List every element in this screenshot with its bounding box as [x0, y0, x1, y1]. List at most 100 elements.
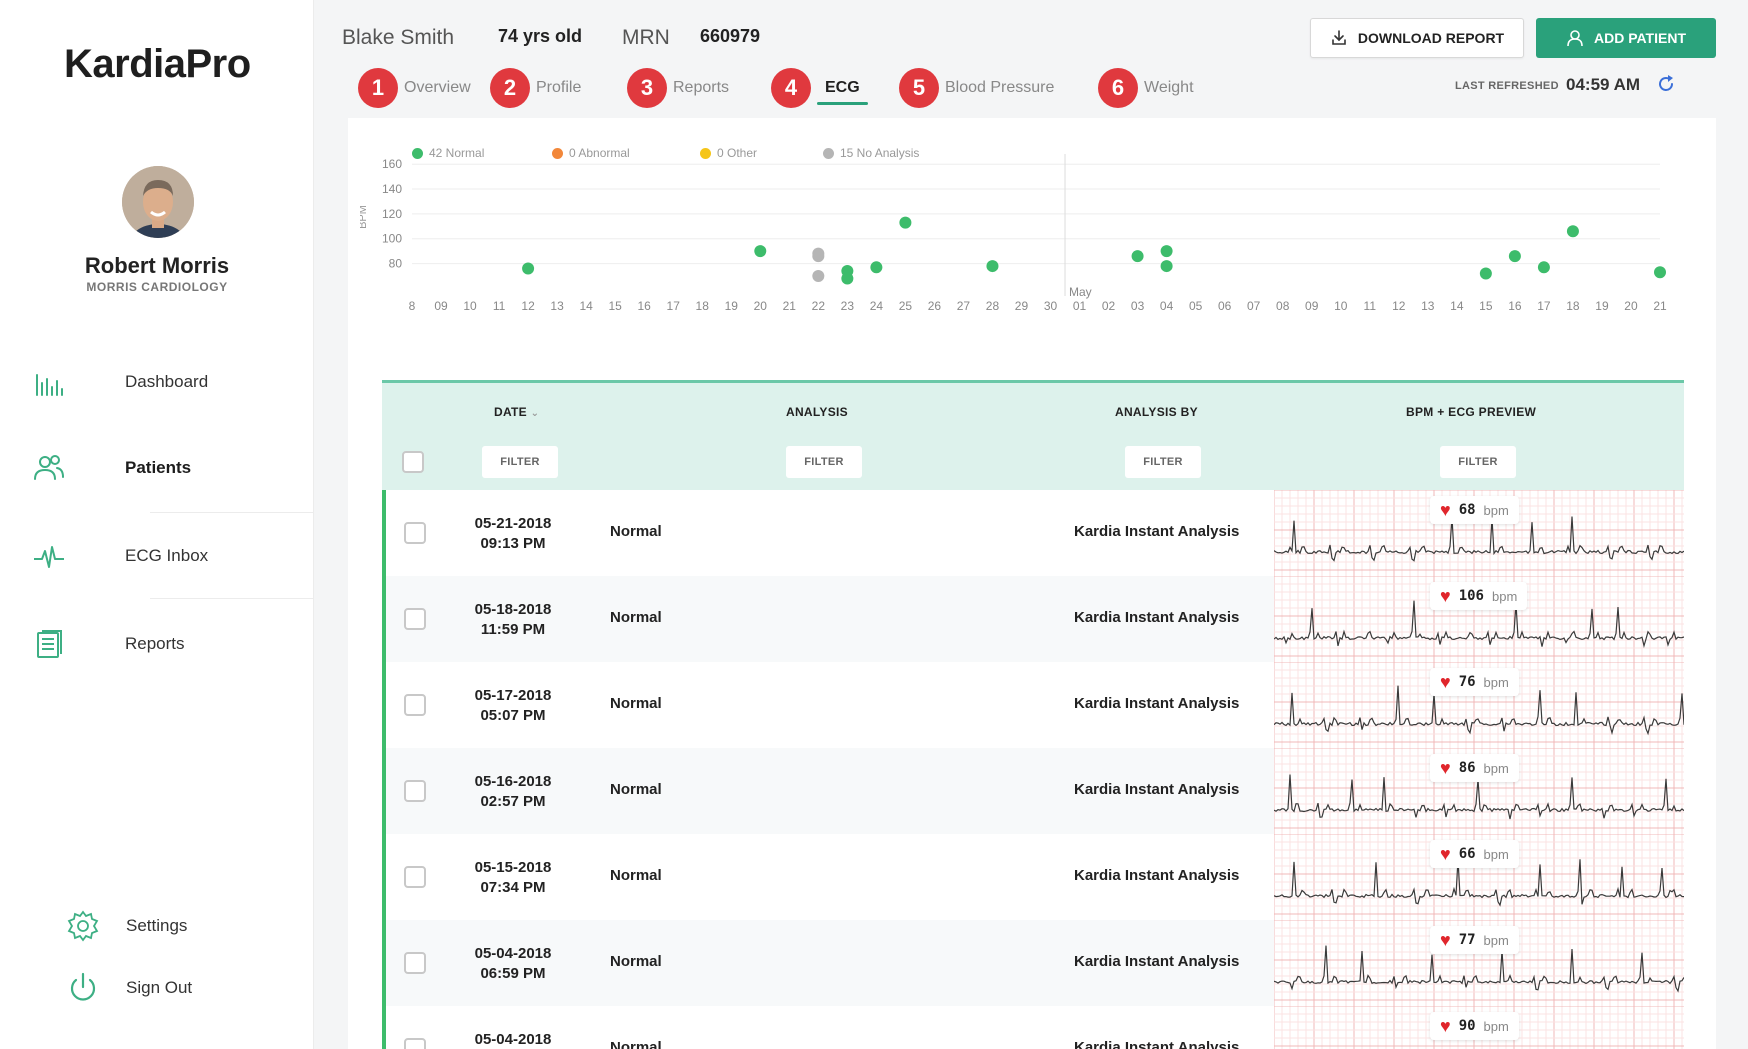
row-date-day: 05-15-2018 [474, 859, 552, 876]
x-tick-label: 19 [725, 299, 739, 313]
bpm-badge: ♥ 77 bpm [1430, 926, 1519, 954]
select-all-checkbox[interactable] [402, 451, 424, 473]
row-date-time: 06:59 PM [480, 965, 546, 982]
tab-label: ECG [817, 79, 868, 105]
table-body: 05-21-2018 09:13 PM Normal Kardia Instant A… [382, 490, 1684, 1049]
x-tick-label: 17 [667, 299, 681, 313]
y-tick-label: 80 [389, 257, 403, 271]
x-tick-label: 23 [841, 299, 855, 313]
data-point [899, 216, 912, 229]
x-tick-label: 30 [1044, 299, 1058, 313]
last-refreshed-time: 04:59 AM [1566, 75, 1641, 94]
download-report-button[interactable]: DOWNLOAD REPORT [1310, 18, 1524, 58]
sidebar-item-dashboard[interactable]: Dashboard [0, 352, 314, 412]
row-analysis-by: Kardia Instant Analysis [1074, 695, 1240, 712]
x-tick-label: 15 [1479, 299, 1493, 313]
bpm-value: 86 [1458, 760, 1476, 776]
sidebar: KardiaPro Robert Morris MORRIS CARDIOLOG… [0, 0, 314, 1049]
date-header-label: DATE [494, 405, 527, 419]
row-date: 05-21-2018 09:13 PM [456, 514, 570, 554]
row-checkbox[interactable] [404, 608, 426, 630]
heart-icon: ♥ [1440, 1016, 1451, 1036]
filter-row: FILTER FILTER FILTER FILTER [382, 436, 1684, 490]
row-checkbox[interactable] [404, 866, 426, 888]
data-point [754, 245, 767, 258]
x-tick-label: 21 [1653, 299, 1667, 313]
tab-blood-pressure[interactable]: 5 Blood Pressure [899, 66, 1054, 110]
data-point [1160, 245, 1173, 258]
tab-overview[interactable]: 1 Overview [358, 66, 471, 110]
analysis-by-filter-button[interactable]: FILTER [1125, 446, 1201, 478]
tab-badge: 4 [771, 68, 811, 108]
row-date-time: 09:13 PM [480, 535, 546, 552]
x-tick-label: 17 [1537, 299, 1551, 313]
preview-filter-button[interactable]: FILTER [1440, 446, 1516, 478]
row-date-time: 11:59 PM [480, 621, 546, 638]
row-checkbox[interactable] [404, 694, 426, 716]
table-row[interactable]: 05-15-2018 07:34 PM Normal Kardia Instant A… [386, 834, 1684, 920]
tab-label: Profile [536, 79, 582, 96]
table-row[interactable]: 05-16-2018 02:57 PM Normal Kardia Instant A… [386, 748, 1684, 834]
add-patient-button[interactable]: ADD PATIENT [1536, 18, 1716, 58]
row-analysis: Normal [610, 609, 662, 626]
y-tick-label: 160 [382, 157, 402, 171]
tab-label: Overview [404, 79, 471, 96]
pulse-icon [34, 546, 64, 568]
doctor-clinic: MORRIS CARDIOLOGY [86, 280, 228, 294]
x-tick-label: 24 [870, 299, 884, 313]
x-tick-label: 14 [579, 299, 593, 313]
bpm-value: 68 [1458, 502, 1476, 518]
tab-profile[interactable]: 2 Profile [490, 66, 581, 110]
tab-reports[interactable]: 3 Reports [627, 66, 729, 110]
table-row[interactable]: 05-21-2018 09:13 PM Normal Kardia Instant A… [386, 490, 1684, 576]
data-point [986, 260, 999, 273]
data-point [1537, 261, 1550, 274]
table-row[interactable]: 05-04-2018 06:59 PM Normal Kardia Instant A… [386, 920, 1684, 1006]
table-row[interactable]: 05-04-2018 Normal Kardia Instant Analysis ♥… [386, 1006, 1684, 1049]
row-checkbox[interactable] [404, 780, 426, 802]
row-date: 05-15-2018 07:34 PM [456, 858, 570, 898]
bpm-unit: bpm [1483, 674, 1509, 690]
app-logo[interactable]: KardiaPro [64, 42, 251, 87]
tab-badge: 6 [1098, 68, 1138, 108]
analysis-filter-button[interactable]: FILTER [786, 446, 862, 478]
row-checkbox[interactable] [404, 1038, 426, 1049]
x-tick-label: 29 [1015, 299, 1029, 313]
table-row[interactable]: 05-17-2018 05:07 PM Normal Kardia Instant A… [386, 662, 1684, 748]
signout-button[interactable]: Sign Out [66, 968, 192, 1008]
mrn-value: 660979 [700, 26, 761, 46]
x-tick-label: 18 [696, 299, 710, 313]
date-column-header[interactable]: DATE ⌄ [494, 405, 539, 419]
x-tick-label: 06 [1218, 299, 1232, 313]
sidebar-item-patients[interactable]: Patients [0, 438, 314, 498]
sidebar-item-label: ECG Inbox [125, 546, 209, 565]
refresh-icon[interactable] [1656, 74, 1676, 94]
x-tick-label: 20 [1624, 299, 1638, 313]
sidebar-item-reports[interactable]: Reports [0, 614, 314, 674]
tab-ecg[interactable]: 4 ECG [771, 66, 868, 110]
settings-button[interactable]: Settings [66, 906, 187, 946]
tab-weight[interactable]: 6 Weight [1098, 66, 1194, 110]
row-analysis-by: Kardia Instant Analysis [1074, 867, 1240, 884]
avatar[interactable] [122, 166, 194, 238]
nav-divider [150, 598, 314, 599]
gear-icon [67, 910, 99, 942]
patient-name: Blake Smith [342, 26, 455, 49]
row-date-time: 05:07 PM [480, 707, 546, 724]
row-analysis: Normal [610, 781, 662, 798]
date-filter-button[interactable]: FILTER [482, 446, 558, 478]
table-row[interactable]: 05-18-2018 11:59 PM Normal Kardia Instant A… [386, 576, 1684, 662]
download-icon [1332, 30, 1346, 45]
sidebar-item-ecg-inbox[interactable]: ECG Inbox [0, 526, 314, 586]
row-date: 05-18-2018 11:59 PM [456, 600, 570, 640]
row-analysis-by: Kardia Instant Analysis [1074, 781, 1240, 798]
row-date-day: 05-18-2018 [474, 601, 552, 618]
row-checkbox[interactable] [404, 952, 426, 974]
row-analysis: Normal [610, 1039, 662, 1049]
row-checkbox[interactable] [404, 522, 426, 544]
x-tick-label: 22 [812, 299, 826, 313]
data-point [841, 272, 854, 285]
data-point [812, 270, 825, 282]
row-date-day: 05-17-2018 [474, 687, 552, 704]
tab-label: Reports [673, 79, 730, 96]
